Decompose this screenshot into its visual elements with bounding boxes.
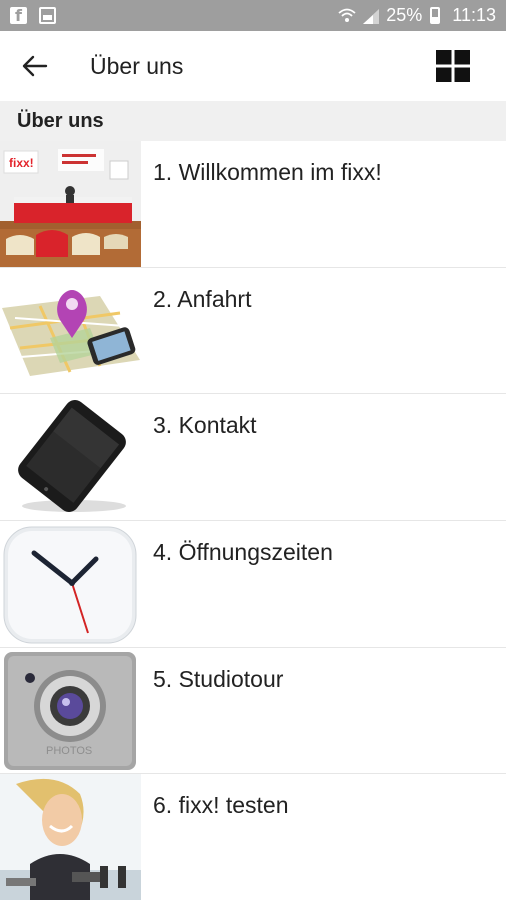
item-label: 2. Anfahrt xyxy=(153,285,252,312)
reception-photo-thumbnail: fixx! xyxy=(0,141,141,267)
notification-icons xyxy=(10,6,56,25)
list-item-studiotour[interactable]: PHOTOS 5. Studiotour xyxy=(0,647,506,775)
list-item-anfahrt[interactable]: 2. Anfahrt xyxy=(0,267,506,395)
item-label: 3. Kontakt xyxy=(153,412,257,439)
system-icons: 25% 11:13 xyxy=(338,5,496,26)
app-bar: Über uns xyxy=(0,31,506,101)
battery-icon xyxy=(430,7,441,24)
grid-view-icon xyxy=(436,50,470,82)
menu-list: fixx! 1. Willkommen im fixx! 2. Anfahrt … xyxy=(0,141,506,900)
map-pin-thumbnail xyxy=(0,267,141,394)
section-header: Über uns xyxy=(0,101,506,141)
image-icon xyxy=(39,7,56,24)
wifi-icon xyxy=(338,8,356,22)
battery-percentage: 25% xyxy=(386,5,423,25)
back-button[interactable] xyxy=(0,31,70,101)
item-label: 5. Studiotour xyxy=(153,665,284,692)
camera-thumbnail: PHOTOS xyxy=(0,647,141,774)
item-label: 1. Willkommen im fixx! xyxy=(153,159,382,185)
svg-text:fixx!: fixx! xyxy=(9,156,34,170)
grid-view-button[interactable] xyxy=(418,31,488,101)
exercise-photo-thumbnail xyxy=(0,774,141,900)
svg-text:PHOTOS: PHOTOS xyxy=(46,745,92,757)
arrow-left-icon xyxy=(22,55,48,77)
item-label: 4. Öffnungszeiten xyxy=(153,539,333,566)
clock-thumbnail xyxy=(0,521,141,647)
signal-icon xyxy=(363,8,380,24)
list-item-fixx-testen[interactable]: 6. fixx! testen xyxy=(0,774,506,900)
clock-time: 11:13 xyxy=(452,5,496,25)
item-label: 6. fixx! testen xyxy=(153,792,289,819)
list-item-kontakt[interactable]: 3. Kontakt xyxy=(0,394,506,522)
smartphone-thumbnail xyxy=(0,394,141,521)
page-title: Über uns xyxy=(90,52,184,79)
status-bar: 25% 11:13 xyxy=(0,0,506,31)
list-item-oeffnungszeiten[interactable]: 4. Öffnungszeiten xyxy=(0,521,506,648)
list-item-willkommen[interactable]: fixx! 1. Willkommen im fixx! xyxy=(0,141,506,268)
facebook-icon xyxy=(10,6,27,25)
